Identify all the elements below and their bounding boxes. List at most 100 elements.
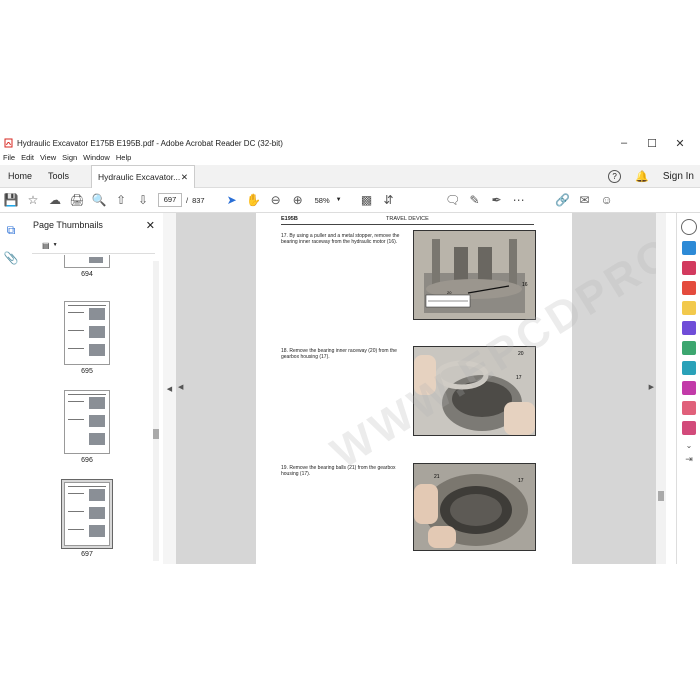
document-scroll-thumb[interactable] [658, 491, 664, 501]
thumbnails-scrollbar[interactable] [153, 261, 159, 561]
upload-cloud-icon[interactable]: ☁ [44, 189, 66, 211]
photo-label: 16 [522, 282, 528, 288]
pdf-page: E195B TRAVEL DEVICE 17. By using a pulle… [256, 213, 656, 564]
attachment-paperclip-icon[interactable]: 📎 [0, 247, 22, 269]
more-tools-icon[interactable]: ⋯ [508, 189, 530, 211]
tab-document-label: Hydraulic Excavator... [98, 171, 181, 182]
zoom-select[interactable]: 58% ▼ [315, 196, 342, 205]
left-navigation-strip: ⧉ 📎 [0, 213, 25, 564]
account-icon[interactable]: ☺ [596, 189, 618, 211]
bookmark-star-icon[interactable]: ☆ [22, 189, 44, 211]
chevron-down-icon: ▼ [52, 242, 58, 248]
photo-label: 20 [518, 351, 524, 357]
more-tools-chevron-icon[interactable]: ⌄ [677, 441, 700, 450]
sign-in-button[interactable]: Sign In [663, 171, 694, 182]
photo-label: 21 [434, 474, 440, 480]
page-fit-icon[interactable]: ▩ [356, 189, 378, 211]
menu-file[interactable]: File [3, 153, 15, 165]
expand-right-arrow-icon[interactable]: ▶ [649, 383, 654, 391]
document-view[interactable]: E195B TRAVEL DEVICE 17. By using a pulle… [176, 213, 656, 564]
previous-page-icon[interactable]: ⇧ [110, 189, 132, 211]
thumbnails-panel: Page Thumbnails ✕ ▤ ▼ 694 695 696 697 [24, 213, 164, 564]
document-scrollbar[interactable] [656, 213, 666, 564]
step-text-17: 17. By using a puller and a metal stoppe… [281, 233, 400, 246]
photo-label: 17 [518, 478, 524, 484]
combine-files-icon[interactable] [682, 321, 696, 335]
page-thumbnails-icon[interactable]: ⧉ [0, 219, 22, 241]
comment-icon[interactable]: 🗨 [442, 189, 464, 211]
collapse-pane-icon[interactable]: ⇥ [677, 454, 700, 465]
tab-home[interactable]: Home [0, 165, 40, 187]
step-text-18: 18. Remove the bearing inner raceway (20… [281, 348, 397, 361]
select-cursor-icon[interactable]: ➤ [221, 189, 243, 211]
panel-splitter[interactable]: ◀ [163, 213, 177, 564]
close-panel-icon[interactable]: ✕ [146, 219, 155, 232]
thumbnail-697[interactable]: 697 [61, 479, 113, 558]
scan-ocr-icon[interactable] [682, 361, 696, 375]
main-toolbar: 💾 ☆ ☁ 🖨 🔍 ⇧ ⇩ 697 / 837 ➤ ✋ ⊖ ⊕ 58% ▼ ▩ … [0, 188, 700, 213]
zoom-in-icon[interactable]: ⊕ [287, 189, 309, 211]
photo-label: 17 [516, 375, 522, 381]
thumbnail-label: 697 [81, 551, 93, 558]
search-tool-icon[interactable] [681, 219, 697, 235]
export-pdf-icon[interactable] [682, 241, 696, 255]
zoom-value: 58% [314, 195, 330, 205]
title-bar: Hydraulic Excavator E175B E195B.pdf - Ad… [0, 133, 700, 153]
photo-label: 20 [447, 290, 452, 295]
maximize-button[interactable]: ☐ [638, 137, 666, 150]
thumbnails-scroll-thumb[interactable] [153, 429, 159, 439]
menu-help[interactable]: Help [116, 153, 131, 165]
edit-pdf-icon[interactable] [682, 281, 696, 295]
scrolling-mode-icon[interactable]: ⇵ [378, 189, 400, 211]
highlight-pen-icon[interactable]: ✎ [464, 189, 486, 211]
prepare-form-icon[interactable] [682, 421, 696, 435]
menu-edit[interactable]: Edit [21, 153, 34, 165]
step-text-19: 19. Remove the bearing balls (21) from t… [281, 465, 396, 478]
thumbnail-695[interactable]: 695 [64, 301, 110, 375]
next-page-icon[interactable]: ⇩ [132, 189, 154, 211]
thumbnails-panel-title: Page Thumbnails [33, 220, 103, 230]
menu-view[interactable]: View [40, 153, 56, 165]
share-link-icon[interactable]: 🔗 [552, 189, 574, 211]
menu-bar: File Edit View Sign Window Help [0, 153, 134, 165]
collapse-left-arrow-icon[interactable]: ◀ [167, 385, 172, 393]
thumbnail-options-menu[interactable]: ▤ ▼ [32, 237, 155, 254]
step-photo-18: 20 17 [413, 346, 536, 436]
thumbnail-page-image [64, 255, 110, 268]
minimize-button[interactable]: – [610, 137, 638, 149]
thumbnail-696[interactable]: 696 [64, 390, 110, 464]
help-icon[interactable]: ? [608, 169, 622, 183]
acrobat-logo-icon [4, 138, 13, 148]
total-pages: 837 [192, 195, 205, 205]
close-tab-icon[interactable]: ✕ [181, 166, 188, 188]
menu-window[interactable]: Window [83, 153, 110, 165]
thumbnail-page-image [64, 301, 110, 365]
step-photo-17: 16 20 [413, 230, 536, 320]
search-icon[interactable]: 🔍 [88, 189, 110, 211]
fill-sign-icon[interactable]: ✒ [486, 189, 508, 211]
zoom-out-icon[interactable]: ⊖ [265, 189, 287, 211]
hand-tool-icon[interactable]: ✋ [243, 189, 265, 211]
menu-sign[interactable]: Sign [62, 153, 77, 165]
close-button[interactable]: ✕ [666, 137, 694, 150]
selected-thumbnail-frame [61, 479, 113, 549]
save-icon[interactable]: 💾 [0, 189, 22, 211]
acrobat-window: Hydraulic Excavator E175B E195B.pdf - Ad… [0, 133, 700, 564]
tab-tools[interactable]: Tools [40, 165, 77, 187]
window-title: Hydraulic Excavator E175B E195B.pdf - Ad… [17, 138, 283, 148]
organize-pages-icon[interactable] [682, 341, 696, 355]
thumbnail-694[interactable]: 694 [64, 255, 110, 278]
fill-and-sign-icon[interactable] [682, 381, 696, 395]
print-icon[interactable]: 🖨 [66, 189, 88, 211]
notification-bell-icon[interactable]: 🔔 [635, 170, 649, 183]
tools-pane: ⌄ ⇥ [676, 213, 700, 564]
page-number-input[interactable]: 697 [158, 193, 182, 207]
comment-tool-icon[interactable] [682, 301, 696, 315]
thumbnail-label: 696 [81, 457, 93, 464]
collapse-left-arrow-icon[interactable]: ◀ [178, 383, 183, 391]
email-icon[interactable]: ✉ [574, 189, 596, 211]
create-pdf-icon[interactable] [682, 261, 696, 275]
protect-icon[interactable] [682, 401, 696, 415]
tab-document[interactable]: Hydraulic Excavator... ✕ [91, 164, 196, 188]
page-header-section: TRAVEL DEVICE [386, 216, 429, 222]
